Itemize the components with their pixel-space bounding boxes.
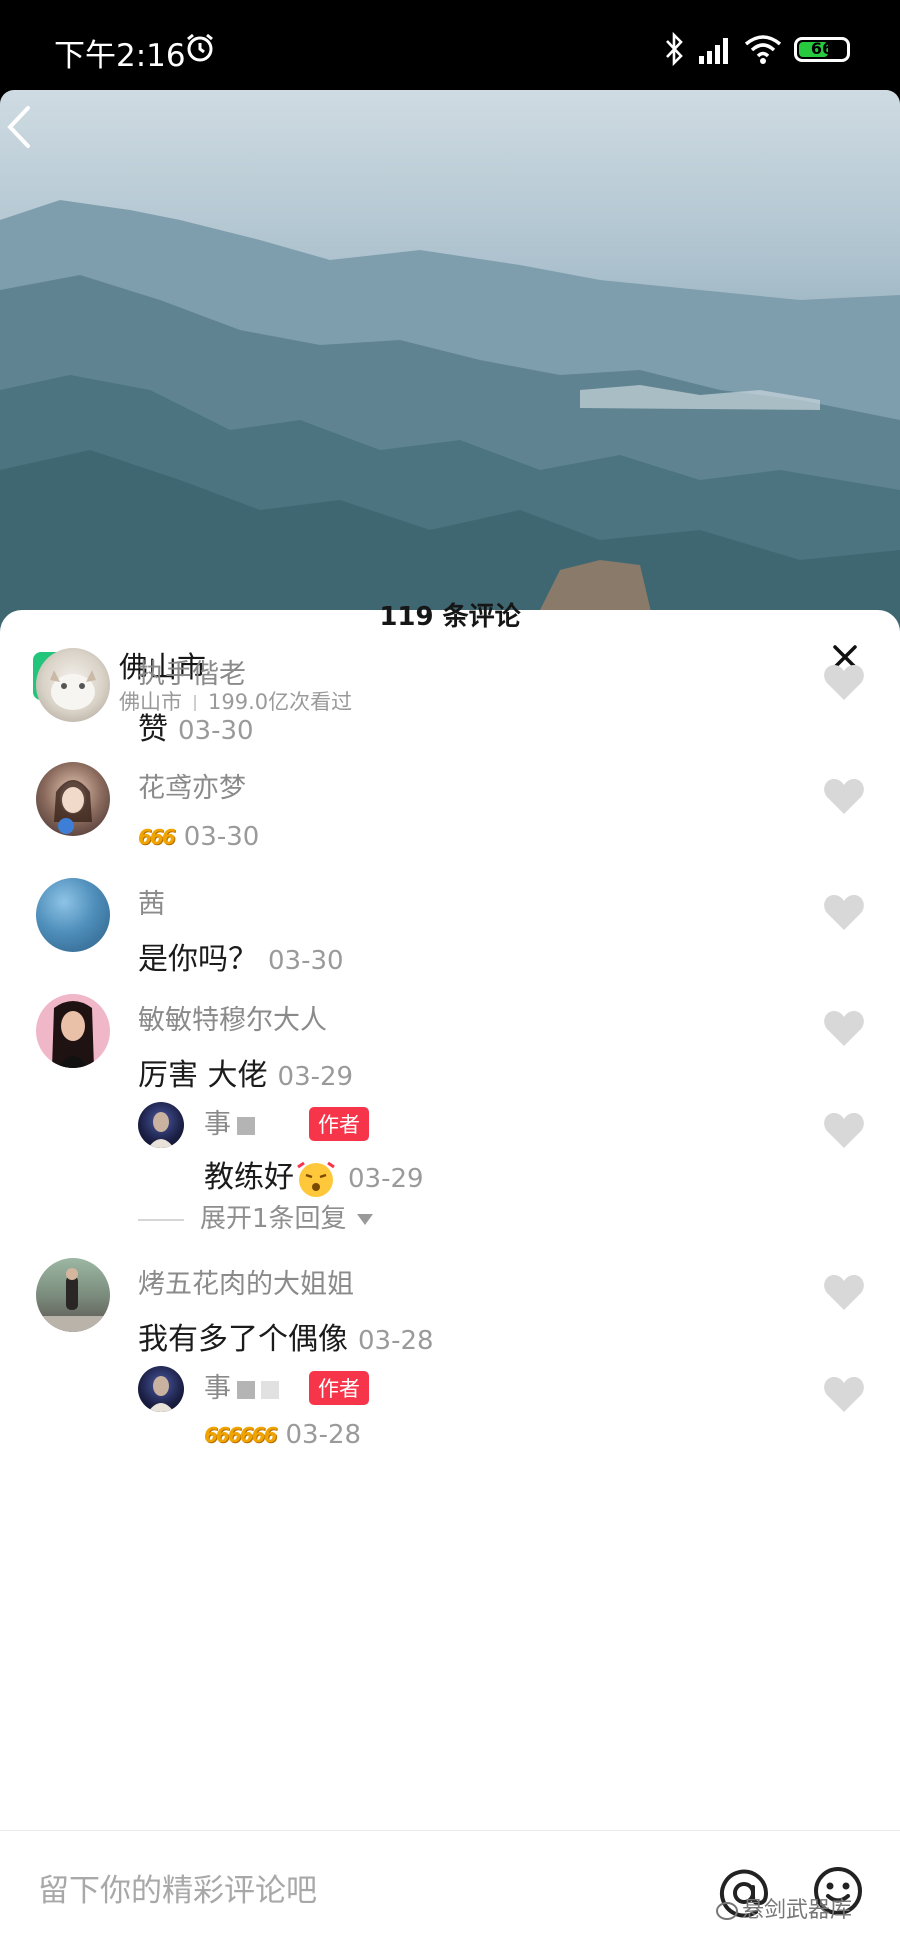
comment-body: 666 03-30	[138, 818, 259, 853]
emoji-666-icon: 666666	[204, 1422, 277, 1447]
avatar[interactable]	[36, 878, 110, 952]
comment-author[interactable]: 事 作者	[204, 1366, 369, 1407]
author-badge: 作者	[309, 1370, 369, 1405]
comment-input-bar	[0, 1830, 900, 1950]
signal-icon	[699, 38, 728, 64]
expand-replies-button[interactable]: 展开1条回复	[138, 1198, 373, 1235]
comment-author[interactable]: 敏敏特穆尔大人	[138, 998, 327, 1037]
avatar[interactable]	[36, 762, 110, 836]
watermark: 悬剑武器库	[716, 1892, 852, 1924]
comment-text: 教练好	[204, 1160, 294, 1195]
comment-body: 666666 03-28	[204, 1416, 361, 1451]
battery-indicator: 66	[794, 37, 850, 62]
status-time: 下午2:16	[54, 38, 186, 74]
comment-date: 03-30	[268, 946, 344, 976]
reply-author-name: 事	[204, 1373, 231, 1404]
blushing-face-emoji-icon	[297, 1161, 335, 1197]
status-bar: 下午2:16 66	[0, 0, 900, 96]
comment-date: 03-30	[178, 716, 254, 746]
comment-body: 是你吗？ 03-30	[138, 934, 344, 978]
comment-body: 我有多了个偶像 03-28	[138, 1314, 434, 1358]
avatar[interactable]	[36, 1258, 110, 1332]
avatar[interactable]	[138, 1102, 184, 1148]
divider	[138, 1218, 184, 1221]
wechat-logo-icon	[716, 1902, 738, 1920]
mountain-landscape	[0, 200, 900, 650]
censor-mosaic	[237, 1116, 255, 1135]
comment-text: 赞	[138, 712, 168, 747]
like-heart-icon[interactable]	[822, 1110, 866, 1150]
like-heart-icon[interactable]	[822, 662, 866, 702]
comment-body: 赞 03-30	[138, 704, 254, 748]
bluetooth-icon	[666, 32, 683, 66]
watermark-text: 悬剑武器库	[742, 1898, 853, 1923]
video-background[interactable]	[0, 90, 900, 650]
avatar[interactable]	[36, 648, 110, 722]
comment-date: 03-28	[285, 1420, 362, 1450]
back-button[interactable]	[0, 100, 40, 154]
comment-body: 厉害 大佬 03-29	[138, 1050, 353, 1094]
wifi-icon	[744, 35, 782, 64]
like-heart-icon[interactable]	[822, 1374, 866, 1414]
censor-mosaic	[237, 1380, 255, 1399]
comment-author[interactable]: 执手偕老	[138, 652, 246, 691]
avatar[interactable]	[138, 1366, 184, 1412]
comment-author[interactable]: 烤五花肉的大姐姐	[138, 1262, 354, 1301]
comment-date: 03-30	[183, 822, 260, 852]
comment-text: 我有多了个偶像	[138, 1322, 348, 1357]
avatar[interactable]	[36, 994, 110, 1068]
comment-sheet: 佛山市 佛山市 199.0亿次看过 119 条评论 执手偕老 赞 03-30 花鸢亦…	[0, 602, 900, 1950]
comment-input[interactable]	[38, 1865, 638, 1917]
reply-author-name: 事	[204, 1109, 231, 1140]
comment-author[interactable]: 花鸢亦梦	[138, 766, 246, 805]
comment-count: 119 条评论	[379, 602, 521, 632]
expand-replies-label: 展开1条回复	[200, 1204, 347, 1234]
like-heart-icon[interactable]	[822, 776, 866, 816]
comment-date: 03-29	[277, 1062, 354, 1092]
author-badge: 作者	[309, 1106, 369, 1141]
like-heart-icon[interactable]	[822, 1272, 866, 1312]
comment-date: 03-29	[348, 1164, 424, 1194]
alarm-icon	[187, 33, 213, 62]
battery-percent: 66	[810, 39, 834, 58]
like-heart-icon[interactable]	[822, 892, 866, 932]
comment-text: 是你吗？	[138, 942, 258, 977]
emoji-666-icon: 666	[138, 824, 176, 849]
like-heart-icon[interactable]	[822, 1008, 866, 1048]
comment-author[interactable]: 事 作者	[204, 1102, 369, 1143]
comment-date: 03-28	[358, 1326, 434, 1356]
caret-down-icon	[356, 1214, 373, 1225]
censor-mosaic	[261, 1380, 279, 1399]
comment-author[interactable]: 茜	[138, 882, 165, 921]
comment-body: 教练好 03-29	[204, 1152, 424, 1199]
comment-text: 厉害 大佬	[138, 1058, 268, 1093]
